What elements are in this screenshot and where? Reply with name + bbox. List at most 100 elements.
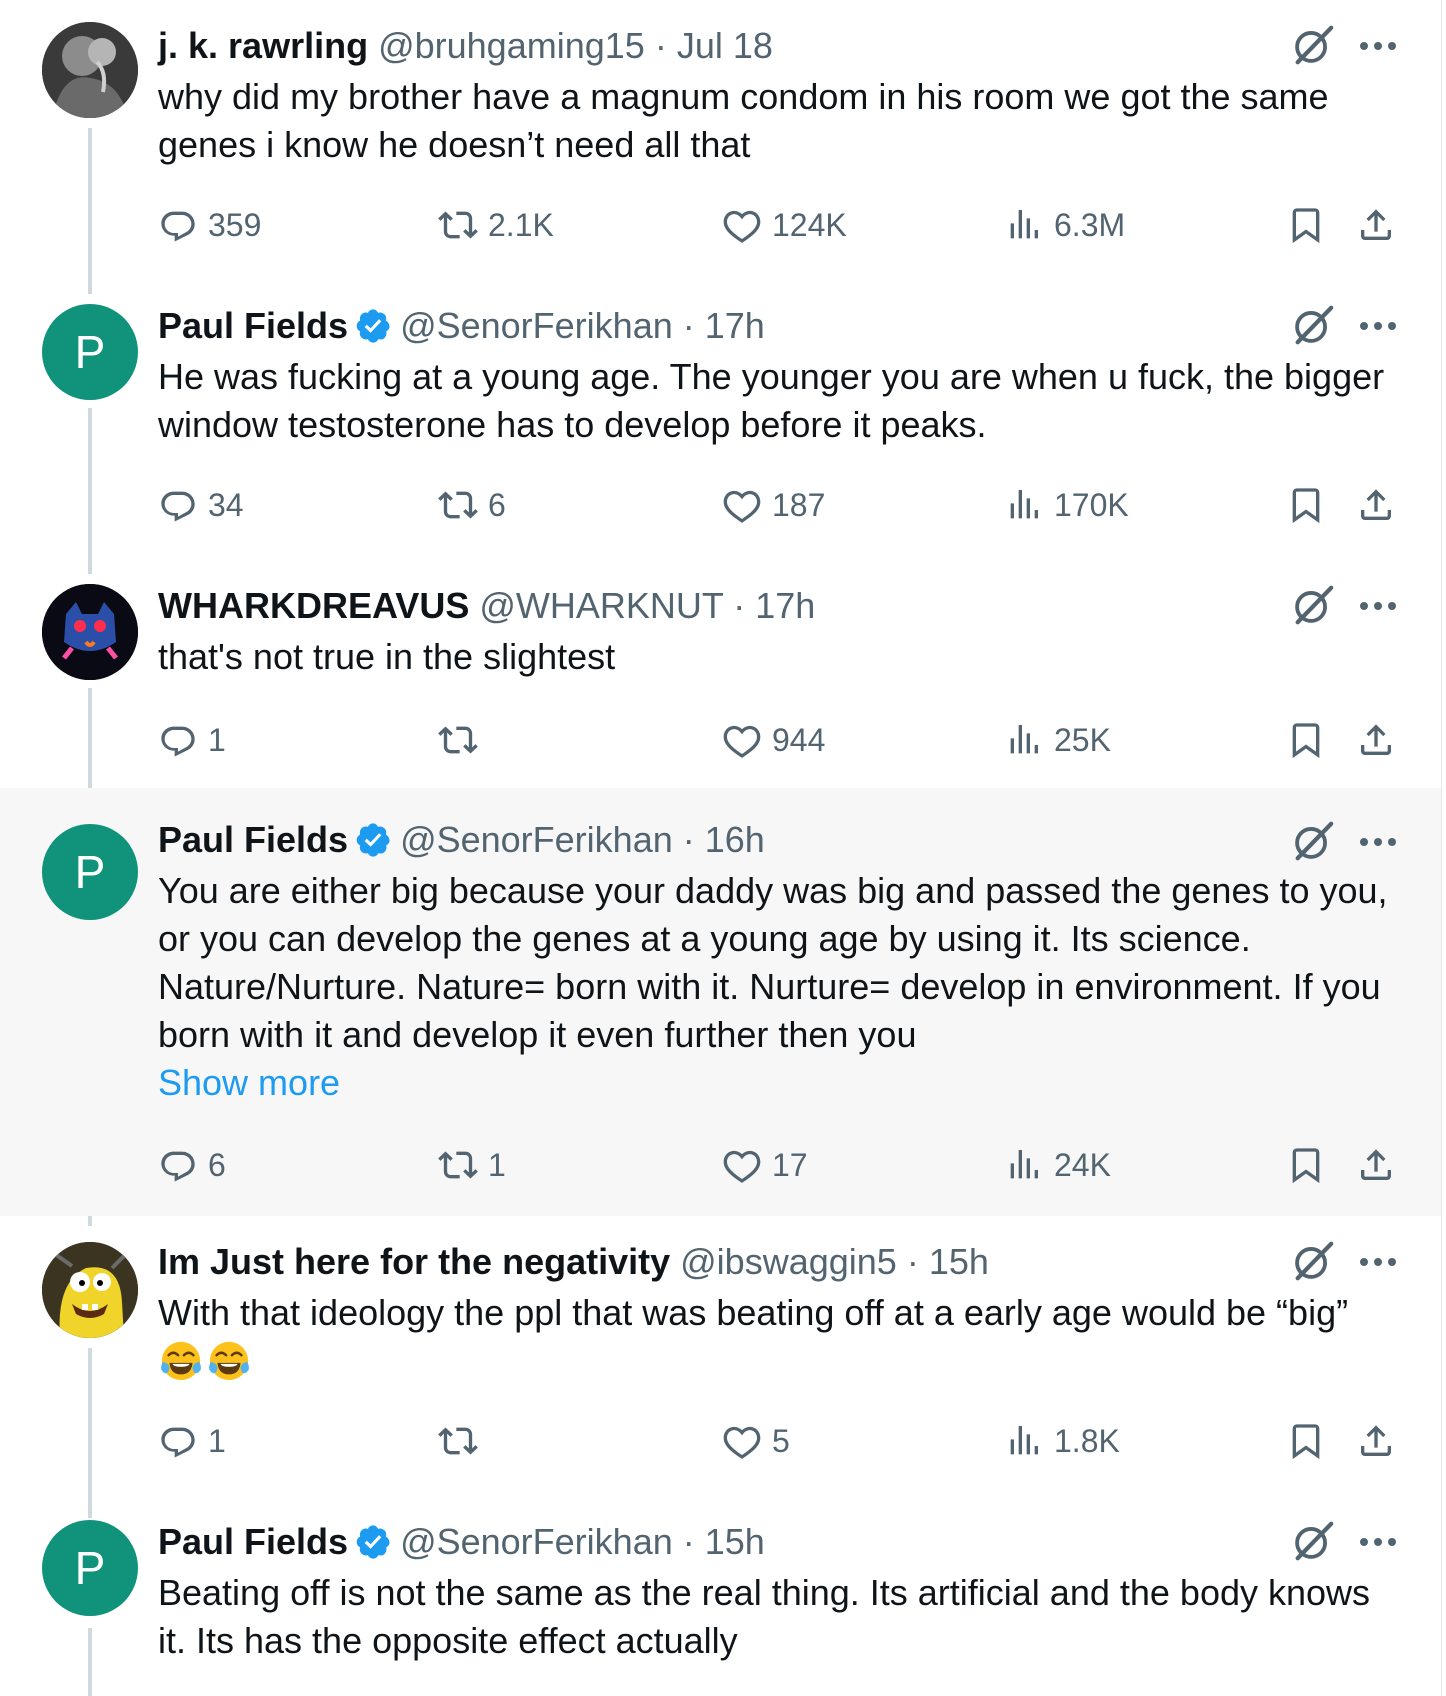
like-button[interactable]: 124K bbox=[722, 202, 847, 248]
bookmark-icon bbox=[1286, 1145, 1326, 1185]
share-icon bbox=[1356, 1145, 1396, 1185]
like-button[interactable]: 187 bbox=[722, 482, 825, 528]
tweet[interactable]: P Paul Fields @SenorFerikhan · 16h You ar… bbox=[0, 788, 1441, 1216]
tweet-header: Paul Fields @SenorFerikhan · 16h bbox=[158, 818, 1261, 862]
show-more-link[interactable]: Show more bbox=[158, 1059, 1401, 1107]
avatar[interactable]: P bbox=[42, 1520, 138, 1616]
retweet-button[interactable]: 1 bbox=[438, 1142, 506, 1188]
grok-icon[interactable] bbox=[1290, 302, 1336, 348]
tweet[interactable]: WHARKDREAVUS @WHARKNUT · 17h that's not … bbox=[0, 560, 1441, 788]
reply-count: 1 bbox=[208, 721, 226, 758]
action-bar: 1 944 25K bbox=[158, 717, 1408, 763]
views-button[interactable]: 1.8K bbox=[1004, 1418, 1120, 1464]
avatar[interactable]: P bbox=[42, 824, 138, 920]
views-icon bbox=[1004, 1421, 1044, 1461]
tweet[interactable]: P Paul Fields @SenorFerikhan · 17h He was… bbox=[0, 280, 1441, 570]
display-name[interactable]: Paul Fields bbox=[158, 819, 348, 860]
share-button[interactable] bbox=[1356, 717, 1396, 763]
display-name[interactable]: Im Just here for the negativity bbox=[158, 1241, 670, 1282]
like-button[interactable]: 944 bbox=[722, 717, 825, 763]
avatar[interactable]: P bbox=[42, 304, 138, 400]
bookmark-button[interactable] bbox=[1286, 202, 1326, 248]
retweet-button[interactable] bbox=[438, 1418, 488, 1464]
share-icon bbox=[1356, 1421, 1396, 1461]
user-handle[interactable]: @SenorFerikhan bbox=[400, 1521, 673, 1562]
like-icon bbox=[722, 1145, 762, 1185]
bookmark-button[interactable] bbox=[1286, 717, 1326, 763]
timestamp[interactable]: 16h bbox=[705, 819, 765, 860]
user-handle[interactable]: @SenorFerikhan bbox=[400, 819, 673, 860]
views-button[interactable]: 6.3M bbox=[1004, 202, 1125, 248]
more-icon[interactable] bbox=[1358, 600, 1398, 612]
tweet-body: You are either big because your daddy wa… bbox=[158, 867, 1401, 1107]
like-icon bbox=[722, 485, 762, 525]
timestamp[interactable]: 15h bbox=[705, 1521, 765, 1562]
display-name[interactable]: Paul Fields bbox=[158, 1521, 348, 1562]
share-button[interactable] bbox=[1356, 1142, 1396, 1188]
display-name[interactable]: Paul Fields bbox=[158, 305, 348, 346]
user-handle[interactable]: @bruhgaming15 bbox=[378, 25, 645, 66]
grok-icon[interactable] bbox=[1290, 1518, 1336, 1564]
bookmark-button[interactable] bbox=[1286, 482, 1326, 528]
avatar[interactable] bbox=[42, 22, 138, 118]
reply-button[interactable]: 359 bbox=[158, 202, 261, 248]
views-button[interactable]: 25K bbox=[1004, 717, 1111, 763]
like-count: 124K bbox=[772, 206, 847, 243]
reply-button[interactable]: 6 bbox=[158, 1142, 226, 1188]
timestamp[interactable]: 15h bbox=[929, 1241, 989, 1282]
view-count: 6.3M bbox=[1054, 206, 1126, 243]
timestamp[interactable]: Jul 18 bbox=[677, 25, 773, 66]
more-icon[interactable] bbox=[1358, 40, 1398, 52]
retweet-button[interactable]: 6 bbox=[438, 482, 506, 528]
avatar[interactable] bbox=[42, 1242, 138, 1338]
separator: · bbox=[906, 1241, 919, 1282]
bookmark-button[interactable] bbox=[1286, 1418, 1326, 1464]
reply-button[interactable]: 34 bbox=[158, 482, 244, 528]
like-count: 5 bbox=[772, 1422, 790, 1459]
more-icon[interactable] bbox=[1358, 1256, 1398, 1268]
grok-icon[interactable] bbox=[1290, 582, 1336, 628]
reply-button[interactable]: 1 bbox=[158, 717, 226, 763]
bookmark-icon bbox=[1286, 720, 1326, 760]
timestamp[interactable]: 17h bbox=[705, 305, 765, 346]
views-icon bbox=[1004, 720, 1044, 760]
tweet[interactable]: j. k. rawrling @bruhgaming15 · Jul 18 wh… bbox=[0, 0, 1441, 290]
view-count: 25K bbox=[1054, 721, 1111, 758]
like-button[interactable]: 5 bbox=[722, 1418, 790, 1464]
views-button[interactable]: 24K bbox=[1004, 1142, 1111, 1188]
grok-icon[interactable] bbox=[1290, 22, 1336, 68]
grok-icon[interactable] bbox=[1290, 818, 1336, 864]
more-icon[interactable] bbox=[1358, 1536, 1398, 1548]
bookmark-button[interactable] bbox=[1286, 1142, 1326, 1188]
user-handle[interactable]: @SenorFerikhan bbox=[400, 305, 673, 346]
reply-button[interactable]: 1 bbox=[158, 1418, 226, 1464]
separator: · bbox=[654, 25, 667, 66]
view-count: 1.8K bbox=[1054, 1422, 1120, 1459]
tweet[interactable]: P Paul Fields @SenorFerikhan · 15h Beatin… bbox=[0, 1496, 1441, 1696]
more-icon[interactable] bbox=[1358, 320, 1398, 332]
share-button[interactable] bbox=[1356, 1418, 1396, 1464]
share-button[interactable] bbox=[1356, 482, 1396, 528]
views-icon bbox=[1004, 205, 1044, 245]
more-icon[interactable] bbox=[1358, 836, 1398, 848]
user-handle[interactable]: @WHARKNUT bbox=[479, 585, 723, 626]
timestamp[interactable]: 17h bbox=[755, 585, 815, 626]
like-button[interactable]: 17 bbox=[722, 1142, 808, 1188]
retweet-button[interactable] bbox=[438, 717, 488, 763]
tweet-text: why did my brother have a magnum condom … bbox=[158, 76, 1329, 165]
avatar[interactable] bbox=[42, 584, 138, 680]
display-name[interactable]: WHARKDREAVUS bbox=[158, 585, 469, 626]
tweet[interactable]: Im Just here for the negativity @ibswagg… bbox=[0, 1216, 1441, 1506]
share-button[interactable] bbox=[1356, 202, 1396, 248]
retweet-button[interactable]: 2.1K bbox=[438, 202, 554, 248]
retweet-icon bbox=[438, 1421, 478, 1461]
user-handle[interactable]: @ibswaggin5 bbox=[680, 1241, 897, 1282]
grok-icon[interactable] bbox=[1290, 1238, 1336, 1284]
reply-icon bbox=[158, 1421, 198, 1461]
verified-badge-icon bbox=[354, 821, 392, 859]
action-bar: 1 5 1.8K bbox=[158, 1418, 1408, 1464]
views-button[interactable]: 170K bbox=[1004, 482, 1129, 528]
display-name[interactable]: j. k. rawrling bbox=[158, 25, 368, 66]
tweet-text: He was fucking at a young age. The young… bbox=[158, 356, 1385, 445]
retweet-icon bbox=[438, 720, 478, 760]
